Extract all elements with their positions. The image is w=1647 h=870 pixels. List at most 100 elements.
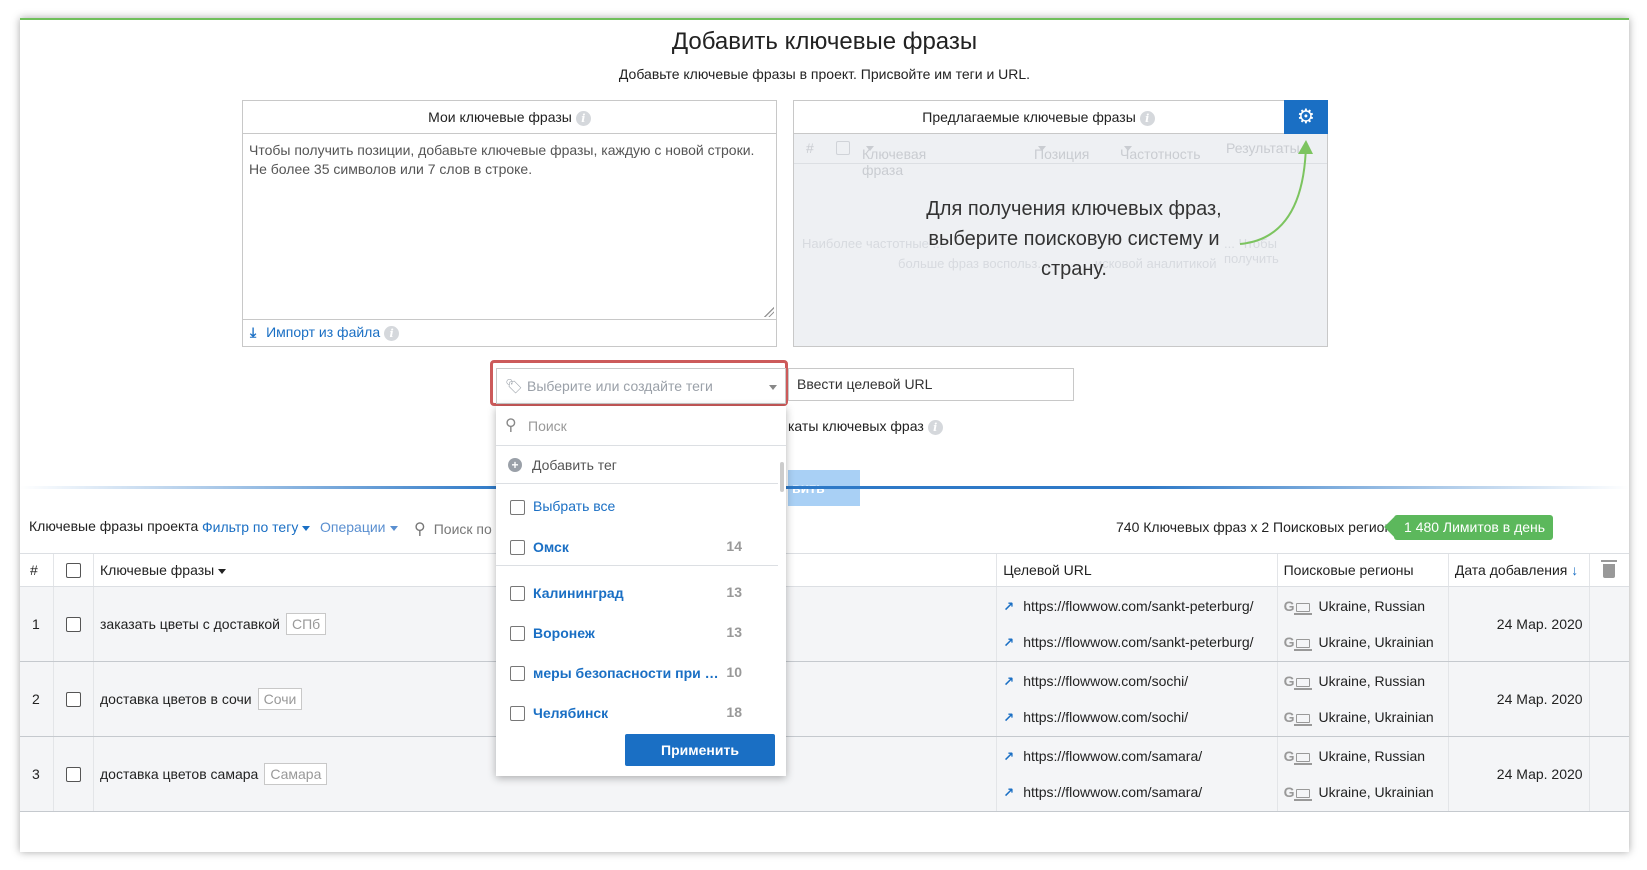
tag-label: Калининград: [533, 585, 624, 602]
row-keyword: заказать цветы с доставкой: [100, 616, 280, 632]
tag-selector[interactable]: 🏷 Выберите или создайте теги: [496, 368, 786, 404]
row-url[interactable]: https://flowwow.com/sankt-peterburg/: [1023, 634, 1253, 650]
google-icon: G: [1283, 634, 1295, 650]
external-link-icon[interactable]: ↗: [1003, 775, 1017, 800]
apply-button[interactable]: Применить: [625, 734, 775, 766]
row-url-cell: ↗ https://flowwow.com/sankt-peterburg/ ↗ h…: [996, 586, 1278, 662]
tag-checkbox[interactable]: [510, 585, 525, 601]
tag-list-item[interactable]: Челябинск 18: [496, 692, 778, 722]
row-checkbox[interactable]: [66, 767, 82, 783]
tag-checkbox[interactable]: [510, 625, 525, 641]
tag-label: меры безопасности при прок...: [533, 665, 723, 682]
limit-badge: 1 480 Лимитов в день: [1394, 515, 1554, 540]
select-all-tags-checkbox[interactable]: [510, 499, 525, 515]
tag-checkbox[interactable]: [510, 705, 525, 721]
table-row: 3 доставка цветов самара Самара ↗ https://…: [20, 736, 1629, 812]
project-keywords-label: Ключевые фразы проекта: [29, 518, 199, 534]
select-all-item[interactable]: Выбрать все: [496, 486, 778, 526]
header-num: #: [20, 553, 54, 587]
info-icon[interactable]: i: [927, 419, 943, 435]
project-toolbar: Ключевые фразы проекта Фильтр по тегу Оп…: [20, 515, 1629, 540]
tag-list-item[interactable]: Омск 14: [496, 526, 778, 566]
info-icon[interactable]: i: [384, 325, 400, 341]
header-date[interactable]: Дата добавления ↓: [1447, 553, 1590, 587]
target-url-input[interactable]: Ввести целевой URL: [788, 368, 1074, 401]
row-region: Ukraine, Ukrainian: [1318, 784, 1434, 800]
row-date: 24 Мар. 2020: [1447, 661, 1590, 737]
row-checkbox-cell[interactable]: [53, 736, 94, 812]
duplicates-option[interactable]: каты ключевых фраз i: [788, 418, 943, 435]
header-delete[interactable]: [1588, 553, 1629, 587]
external-link-icon[interactable]: ↗: [1003, 589, 1017, 614]
tag-label: Воронеж: [533, 625, 595, 642]
tag-list: Выбрать все Омск 14 Калининград 13 Воронеж…: [496, 486, 778, 722]
import-from-file[interactable]: ⤓ Импорт из файла i: [250, 324, 400, 341]
desktop-icon: [1294, 638, 1313, 651]
row-region: Ukraine, Ukrainian: [1318, 634, 1434, 650]
add-tag-item[interactable]: + Добавить тег: [496, 446, 778, 484]
hint-arrow-icon: [1239, 140, 1313, 245]
row-url[interactable]: https://flowwow.com/sankt-peterburg/: [1023, 598, 1253, 614]
trash-icon[interactable]: [1601, 559, 1618, 578]
row-checkbox-cell[interactable]: [53, 586, 94, 662]
desktop-icon: [1294, 752, 1313, 765]
my-keywords-panel: Мои ключевые фразы i Чтобы получить позиц…: [242, 100, 777, 347]
resize-handle-icon[interactable]: [764, 307, 774, 317]
row-checkbox[interactable]: [66, 617, 82, 633]
external-link-icon[interactable]: ↗: [1003, 625, 1017, 650]
external-link-icon[interactable]: ↗: [1003, 664, 1017, 689]
row-actions-cell: [1588, 736, 1629, 812]
suggested-title: Предлагаемые ключевые фразы: [922, 109, 1136, 125]
keywords-table: # Ключевые фразы Целевой URL Поисковые р…: [20, 553, 1629, 812]
header-regions: Поисковые регионы: [1276, 553, 1449, 587]
row-url[interactable]: https://flowwow.com/sochi/: [1023, 673, 1188, 689]
header-checkbox[interactable]: [53, 553, 94, 587]
row-actions-cell: [1588, 661, 1629, 737]
desktop-icon: [1294, 788, 1313, 801]
row-keyword: доставка цветов самара: [100, 766, 259, 782]
select-all-checkbox[interactable]: [66, 563, 82, 579]
filter-by-tag-dropdown[interactable]: Фильтр по тегу: [202, 519, 311, 535]
tag-count: 14: [726, 538, 742, 554]
row-url[interactable]: https://flowwow.com/sochi/: [1023, 709, 1188, 725]
tag-checkbox[interactable]: [510, 665, 525, 681]
info-icon[interactable]: i: [575, 110, 591, 126]
settings-gear-button[interactable]: ⚙: [1284, 100, 1328, 134]
row-tag[interactable]: Сочи: [257, 688, 303, 710]
row-url-cell: ↗ https://flowwow.com/samara/ ↗ https://fl…: [996, 736, 1278, 812]
row-date: 24 Мар. 2020: [1447, 586, 1590, 662]
row-date: 24 Мар. 2020: [1447, 736, 1590, 812]
my-keywords-title: Мои ключевые фразы: [428, 109, 572, 125]
tag-list-item[interactable]: Воронеж 13: [496, 612, 778, 652]
tag-list-item[interactable]: Калининград 13: [496, 572, 778, 612]
external-link-icon[interactable]: ↗: [1003, 700, 1017, 725]
row-actions-cell: [1588, 586, 1629, 662]
google-icon: G: [1283, 748, 1295, 764]
import-link[interactable]: Импорт из файла: [266, 324, 380, 340]
row-url[interactable]: https://flowwow.com/samara/: [1023, 748, 1202, 764]
table-search[interactable]: ⚲ Поиск по: [414, 519, 492, 539]
header-url: Целевой URL: [996, 553, 1278, 587]
external-link-icon[interactable]: ↗: [1003, 739, 1017, 764]
row-region: Ukraine, Russian: [1318, 598, 1426, 614]
keywords-textarea[interactable]: Чтобы получить позиции, добавьте ключевы…: [243, 134, 776, 320]
info-icon[interactable]: i: [1139, 110, 1155, 126]
tag-checkbox[interactable]: [510, 539, 525, 555]
operations-dropdown[interactable]: Операции: [320, 519, 398, 535]
tag-count: 18: [726, 704, 742, 720]
desktop-icon: [1294, 713, 1313, 726]
plus-circle-icon: +: [508, 458, 522, 472]
col-checkbox: [836, 141, 850, 155]
duplicates-label: каты ключевых фраз: [788, 418, 924, 434]
tag-list-item[interactable]: меры безопасности при прок...10: [496, 652, 778, 692]
row-tag[interactable]: Самара: [264, 763, 328, 785]
sort-arrow-icon: ↓: [1571, 562, 1579, 578]
row-checkbox-cell[interactable]: [53, 661, 94, 737]
tag-count: 13: [726, 624, 742, 640]
row-checkbox[interactable]: [66, 692, 82, 708]
row-num: 3: [20, 736, 54, 812]
row-tag[interactable]: СПб: [285, 613, 327, 635]
scrollbar[interactable]: [780, 462, 784, 492]
row-url[interactable]: https://flowwow.com/samara/: [1023, 784, 1202, 800]
tag-search-input[interactable]: ⚲ Поиск: [496, 406, 786, 446]
